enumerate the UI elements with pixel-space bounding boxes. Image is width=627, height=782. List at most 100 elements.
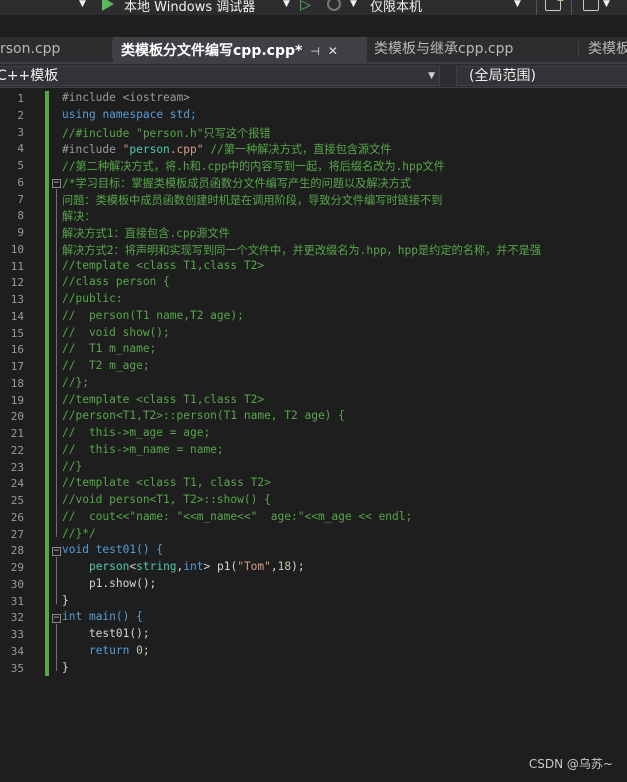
- code-line[interactable]: // T1 m_name;: [62, 342, 156, 355]
- line-number: 31: [10, 594, 24, 608]
- debugger-selector[interactable]: 本地 Windows 调试器: [124, 0, 255, 15]
- code-line[interactable]: #include <iostream>: [62, 91, 190, 104]
- code-line[interactable]: //}*/: [62, 527, 96, 540]
- live-share-icon[interactable]: [545, 0, 564, 11]
- scope-dropdown[interactable]: (全局范围): [456, 66, 627, 86]
- tab-label: rson.cpp: [0, 41, 61, 57]
- line-number: 30: [10, 577, 24, 591]
- restart-icon[interactable]: [327, 0, 341, 11]
- line-number: 22: [10, 443, 24, 457]
- line-number: 14: [10, 309, 24, 323]
- tab-label: 类模板: [588, 41, 627, 57]
- code-line[interactable]: //public:: [62, 292, 123, 305]
- tab-label: 类模板与继承cpp.cpp: [374, 41, 514, 57]
- tab-inheritance-file[interactable]: 类模板与继承cpp.cpp: [366, 37, 521, 62]
- line-number: 12: [10, 276, 24, 290]
- code-line[interactable]: //template <class T1,class T2>: [62, 259, 264, 272]
- line-number: 18: [10, 376, 24, 390]
- code-line[interactable]: int main() {: [62, 610, 143, 623]
- line-number: 9: [17, 226, 24, 239]
- pin-icon[interactable]: ⊣: [310, 45, 320, 58]
- line-number: 16: [10, 343, 24, 357]
- line-number: 15: [10, 326, 24, 340]
- document-tab-bar: rson.cpp 类模板分文件编写cpp.cpp* ⊣ ✕ 类模板与继承cpp.cp…: [0, 37, 627, 62]
- line-number: 29: [10, 561, 24, 574]
- start-debug-icon[interactable]: [102, 0, 114, 11]
- line-number: 8: [17, 209, 24, 223]
- line-number: 25: [10, 494, 24, 507]
- project-dropdown[interactable]: C++模板 ▼: [0, 66, 440, 86]
- window-icon[interactable]: [583, 0, 599, 11]
- navigation-bar: C++模板 ▼ (全局范围): [0, 64, 627, 88]
- line-number: 13: [10, 293, 24, 306]
- line-number: 23: [10, 460, 24, 474]
- fold-bracket: [56, 557, 57, 604]
- code-editor[interactable]: 1 #include <iostream> 2 using namespace std…: [0, 89, 627, 782]
- code-line[interactable]: person<string,int> p1("Tom",18);: [62, 560, 305, 573]
- line-number: 32: [10, 611, 24, 625]
- chevron-down-icon[interactable]: ▼: [514, 0, 521, 9]
- code-line[interactable]: //第二种解决方式，将.h和.cpp中的内容写到一起，将后缀名改为.hpp文件: [62, 158, 445, 174]
- code-line[interactable]: 解决方式1：直接包含.cpp源文件: [62, 225, 230, 241]
- tab-label: 类模板分文件编写cpp.cpp*: [121, 43, 303, 59]
- code-line[interactable]: //template <class T1, class T2>: [62, 476, 271, 489]
- line-number: 20: [10, 410, 24, 424]
- line-number: 35: [10, 661, 24, 675]
- code-line[interactable]: //};: [62, 376, 89, 389]
- code-line[interactable]: #include "person.cpp" //第一种解决方式，直接包含源文件: [62, 141, 392, 157]
- fold-toggle-icon[interactable]: −: [52, 614, 61, 624]
- code-line[interactable]: using namespace std;: [62, 108, 197, 121]
- line-number: 17: [10, 360, 24, 373]
- code-line[interactable]: p1.show();: [62, 577, 156, 590]
- chevron-down-icon[interactable]: ▼: [603, 0, 610, 9]
- code-line[interactable]: void test01() {: [62, 543, 163, 556]
- code-line[interactable]: // cout<<"name: "<<m_name<<" age:"<<m_ag…: [62, 510, 412, 523]
- code-line[interactable]: //}: [62, 460, 82, 473]
- line-number: 1: [17, 92, 24, 105]
- code-line[interactable]: /*学习目标：掌握类模板成员函数分文件编写产生的问题以及解决方式: [62, 175, 411, 191]
- line-number: 24: [10, 477, 24, 491]
- code-line[interactable]: // T2 m_age;: [62, 359, 150, 372]
- line-number: 7: [17, 192, 24, 206]
- tab-person-cpp[interactable]: rson.cpp: [0, 37, 68, 62]
- code-line[interactable]: //class person {: [62, 275, 170, 288]
- line-number: 11: [10, 259, 24, 273]
- code-line[interactable]: // person(T1 name,T2 age);: [62, 309, 244, 322]
- code-line[interactable]: }: [62, 661, 69, 674]
- code-line[interactable]: //#include "person.h"只写这个报错: [62, 125, 271, 141]
- fold-bracket: [56, 188, 57, 537]
- line-number: 21: [10, 427, 24, 440]
- code-line[interactable]: test01();: [62, 627, 150, 640]
- watermark: CSDN @乌苏~: [528, 757, 613, 771]
- change-tracking-bar: [45, 91, 49, 676]
- code-line[interactable]: //template <class T1,class T2>: [62, 393, 264, 406]
- code-line[interactable]: // this->m_name = name;: [62, 443, 224, 456]
- line-number: 27: [10, 527, 24, 541]
- scope-selector[interactable]: 仅限本机: [370, 0, 422, 15]
- line-number: 2: [17, 108, 24, 122]
- chevron-down-icon[interactable]: ▼: [283, 0, 290, 9]
- line-number: 5: [17, 159, 24, 172]
- code-line[interactable]: //void person<T1, T2>::show() {: [62, 493, 271, 506]
- fold-toggle-icon[interactable]: −: [52, 178, 61, 188]
- code-line[interactable]: //person<T1,T2>::person(T1 name, T2 age)…: [62, 409, 345, 422]
- code-line[interactable]: // this->m_age = age;: [62, 426, 210, 439]
- line-number: 34: [10, 644, 24, 658]
- close-icon[interactable]: ✕: [328, 44, 338, 58]
- code-line[interactable]: 问题：类模板中成员函数创建时机是在调用阶段，导致分文件编写时链接不到: [62, 192, 442, 208]
- code-line[interactable]: 解决方式2：将声明和实现写到同一个文件中，并更改缀名为.hpp，hpp是约定的名…: [62, 242, 541, 258]
- line-number: 10: [10, 242, 24, 256]
- tab-active-file[interactable]: 类模板分文件编写cpp.cpp* ⊣ ✕: [113, 37, 367, 62]
- code-line[interactable]: 解决：: [62, 208, 96, 224]
- code-line[interactable]: }: [62, 594, 69, 607]
- code-line[interactable]: return 0;: [62, 644, 150, 657]
- chevron-down-icon[interactable]: ▼: [350, 0, 357, 9]
- chevron-down-icon[interactable]: ▼: [79, 0, 86, 9]
- start-without-debug-icon[interactable]: ▷: [300, 0, 311, 13]
- tab-overflow-file[interactable]: 类模板: [580, 37, 627, 62]
- code-line[interactable]: // void show();: [62, 326, 170, 339]
- debug-toolbar: ▼ 本地 Windows 调试器 ▼ ▷ ▼ 仅限本机 ▼ ▼: [0, 0, 627, 15]
- line-number: 28: [10, 544, 24, 558]
- fold-toggle-icon[interactable]: −: [52, 547, 61, 557]
- project-label: C++模板: [0, 68, 59, 84]
